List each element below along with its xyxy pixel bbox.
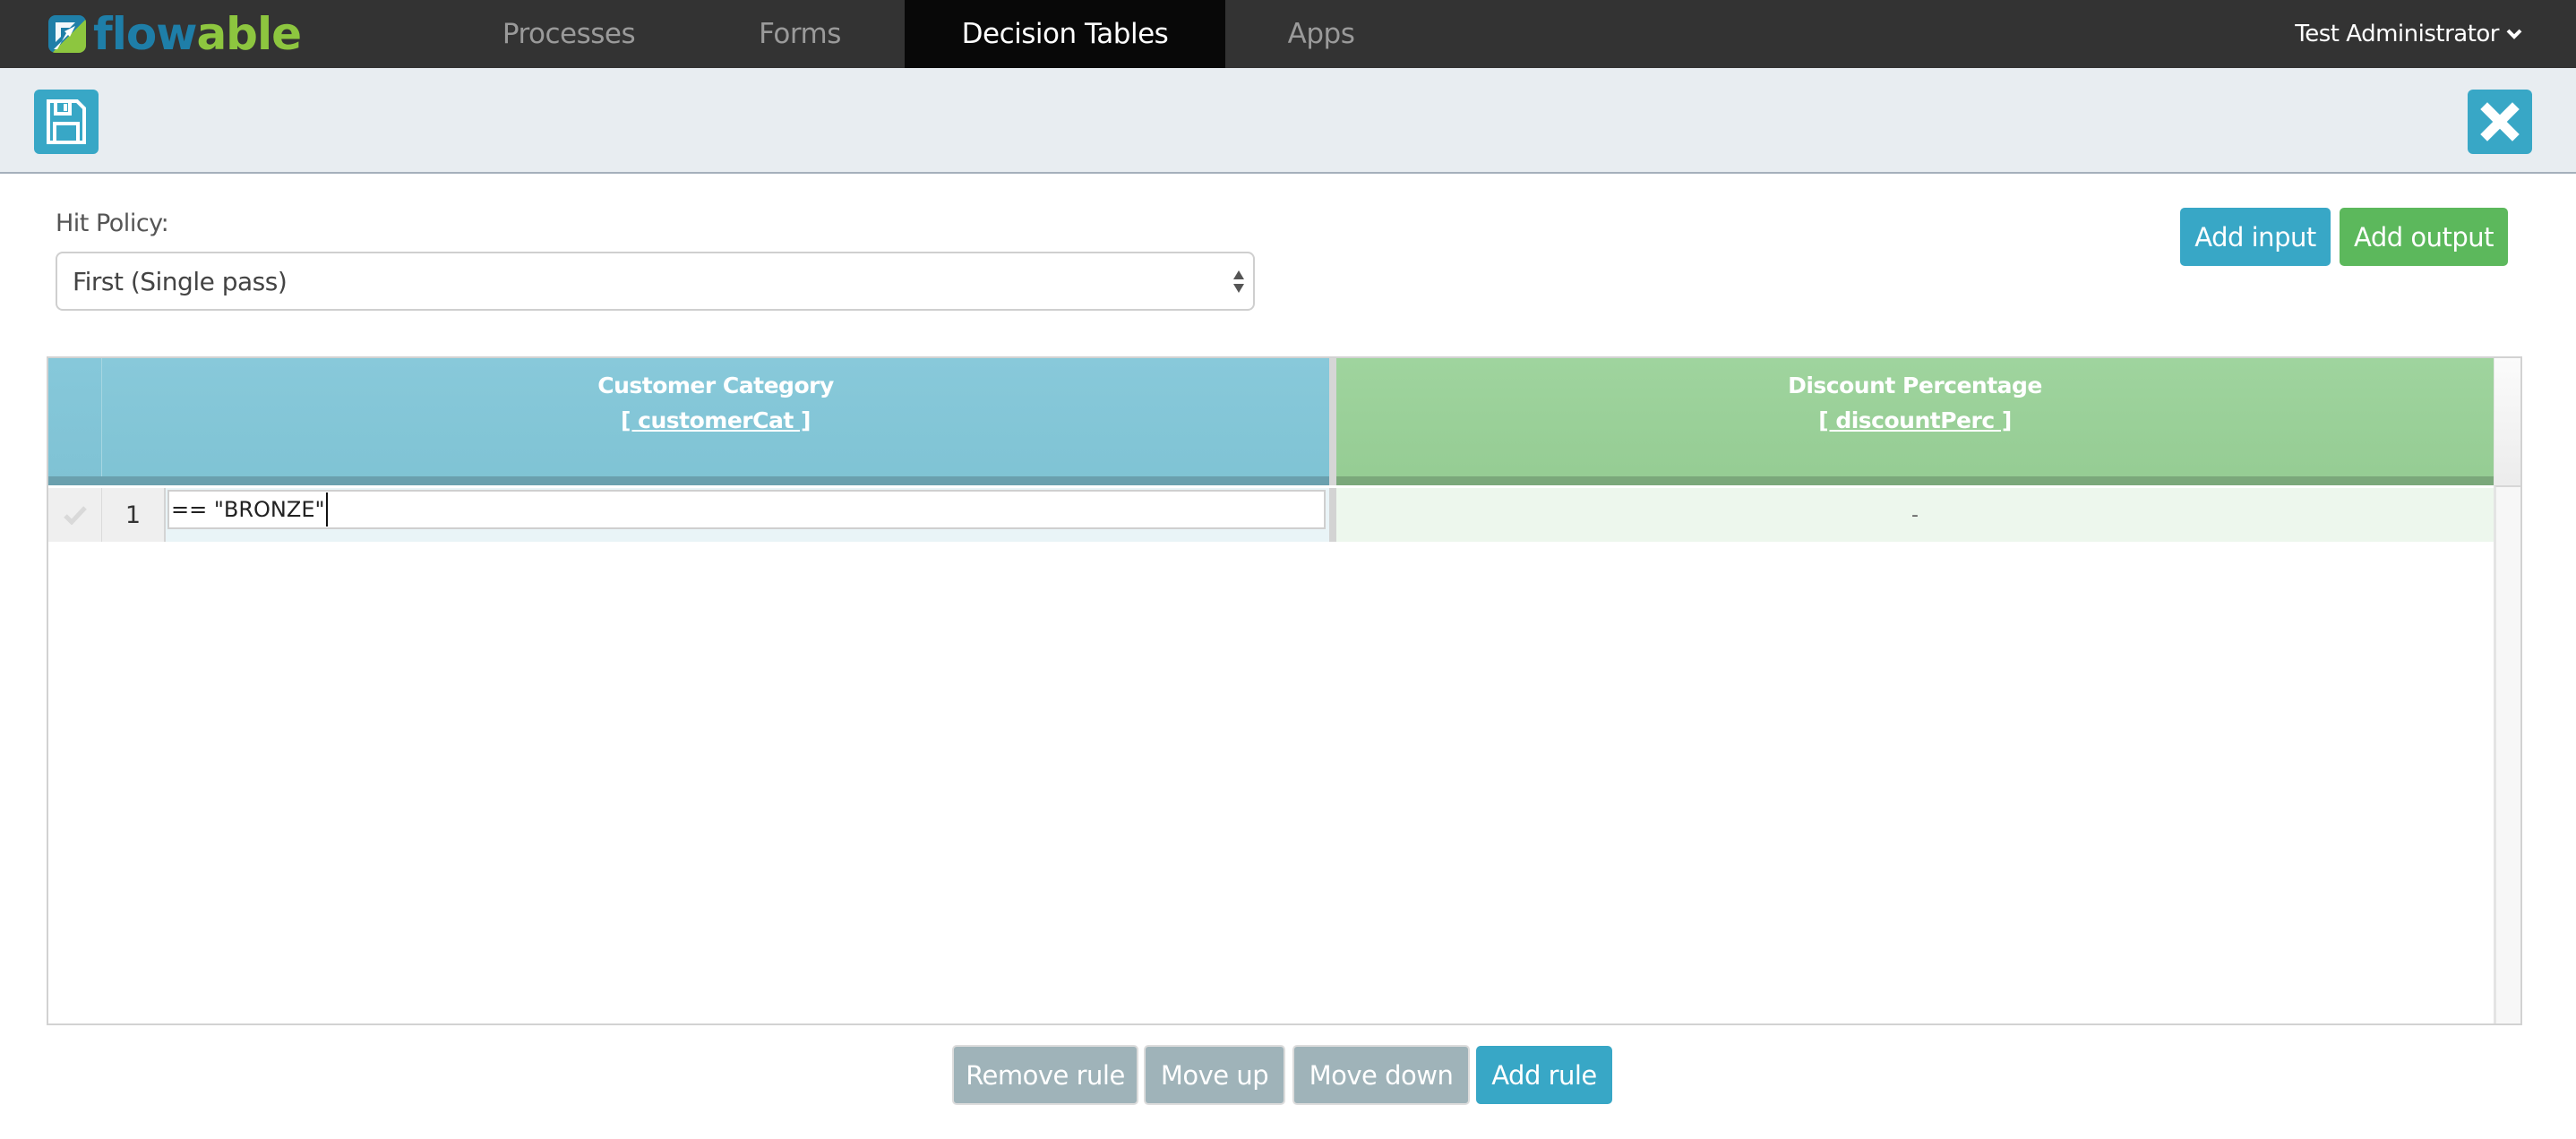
header-scroll-corner: [2494, 358, 2520, 485]
row-select-cell[interactable]: [48, 488, 102, 542]
output-column-variable-link[interactable]: [ discountPerc ]: [1818, 407, 2012, 433]
close-icon: [2480, 102, 2520, 141]
add-output-button[interactable]: Add output: [2340, 208, 2508, 266]
output-cell-value: -: [1911, 503, 1919, 527]
output-header-underline: [1336, 476, 2494, 485]
chevron-down-icon: [2506, 23, 2522, 45]
top-navbar: flowable Processes Forms Decision Tables…: [0, 0, 2576, 79]
input-column-variable-link[interactable]: [ customerCat ]: [621, 407, 811, 433]
input-cell-value: == "BRONZE": [171, 497, 325, 522]
logo-text-flow: flow: [93, 8, 197, 60]
hit-policy-label: Hit Policy:: [56, 210, 169, 237]
nav-tab-forms[interactable]: Forms: [717, 0, 883, 68]
user-menu[interactable]: Test Administrator: [2295, 0, 2522, 68]
nav-tab-apps[interactable]: Apps: [1236, 0, 1406, 68]
output-cell[interactable]: -: [1336, 488, 2494, 542]
table-row[interactable]: 1 == "BRONZE" -: [48, 488, 2494, 542]
save-icon: [47, 99, 86, 144]
text-cursor: [325, 492, 328, 527]
nav-tab-label: Forms: [759, 18, 841, 50]
decision-table-header: Customer Category [ customerCat ] Discou…: [48, 358, 2494, 485]
checkmark-icon: [63, 506, 87, 525]
input-column-header[interactable]: Customer Category [ customerCat ]: [102, 358, 1329, 485]
cell-column-separator: [1329, 488, 1336, 542]
hit-policy-select[interactable]: First (Single pass): [56, 252, 1255, 311]
vertical-scrollbar[interactable]: [2494, 485, 2520, 1023]
nav-tab-processes[interactable]: Processes: [484, 0, 654, 68]
input-cell-editor[interactable]: == "BRONZE": [167, 490, 1326, 529]
output-column-header[interactable]: Discount Percentage [ discountPerc ]: [1336, 358, 2494, 485]
input-cell[interactable]: == "BRONZE": [166, 488, 1329, 542]
column-resize-handle[interactable]: [1329, 358, 1336, 485]
add-input-button[interactable]: Add input: [2180, 208, 2331, 266]
flowable-logo[interactable]: flowable: [48, 12, 302, 56]
close-button[interactable]: [2468, 90, 2532, 154]
flowable-logo-text: flowable: [93, 12, 302, 56]
flowable-logo-icon: [48, 15, 86, 53]
decision-table-grid: Customer Category [ customerCat ] Discou…: [47, 356, 2522, 1025]
logo-text-able: able: [196, 8, 302, 60]
nav-tab-label: Decision Tables: [961, 18, 1169, 50]
user-name: Test Administrator: [2295, 21, 2499, 47]
header-gutter: [48, 358, 102, 485]
move-up-button[interactable]: Move up: [1144, 1045, 1285, 1105]
editor-toolbar: [0, 68, 2576, 174]
save-button[interactable]: [34, 90, 99, 154]
select-arrows-icon: [1233, 270, 1244, 293]
move-down-button[interactable]: Move down: [1292, 1045, 1470, 1105]
nav-tab-label: Processes: [502, 18, 636, 50]
nav-tab-decision-tables[interactable]: Decision Tables: [905, 0, 1225, 79]
input-header-underline: [48, 476, 1329, 485]
hit-policy-selected-value: First (Single pass): [73, 266, 288, 296]
add-rule-button[interactable]: Add rule: [1476, 1046, 1612, 1104]
input-column-label: Customer Category: [597, 373, 834, 398]
nav-tab-label: Apps: [1287, 18, 1355, 50]
row-number: 1: [102, 488, 166, 542]
remove-rule-button[interactable]: Remove rule: [952, 1045, 1138, 1105]
output-column-label: Discount Percentage: [1788, 373, 2042, 398]
